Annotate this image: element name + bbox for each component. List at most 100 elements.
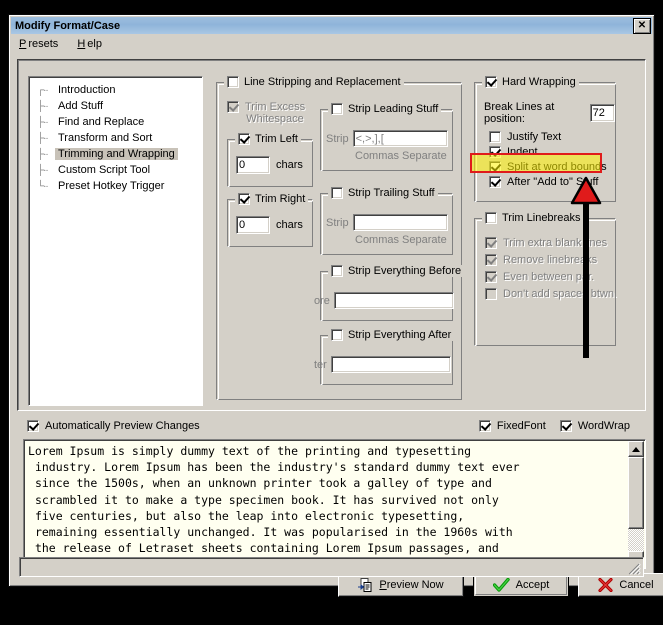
group-strip-trailing-label: Strip Trailing Stuff: [348, 187, 435, 199]
trim-right-input[interactable]: 0: [236, 216, 270, 234]
tree-item-label: Trimming and Wrapping: [55, 148, 178, 160]
group-strip-after-title: Strip Everything After: [328, 329, 455, 341]
tree-branch-icon: ├··: [37, 148, 49, 160]
window-title: Modify Format/Case: [15, 19, 121, 32]
strip-before-field-label: ore: [314, 294, 330, 307]
dont-add-spaces-label: Don't add spaces btwn.: [503, 288, 618, 300]
tree-item-add-stuff[interactable]: ├·· Add Stuff: [29, 98, 202, 114]
group-strip-before: Strip Everything Before ore: [314, 265, 465, 321]
trim-right-unit-label: chars: [276, 219, 303, 231]
trim-excess-whitespace-checkbox: [227, 101, 239, 113]
auto-preview-row[interactable]: Automatically Preview Changes: [27, 420, 200, 432]
tree-branch-icon: ┌··: [37, 84, 49, 96]
tree-item-transform-and-sort[interactable]: ├·· Transform and Sort: [29, 130, 202, 146]
tree-branch-icon: ├··: [37, 164, 49, 176]
accept-label: Accept: [515, 579, 550, 591]
preview-text-content: Lorem Ipsum is simply dummy text of the …: [28, 444, 520, 568]
justify-text-checkbox[interactable]: [489, 131, 501, 143]
justify-text-label: Justify Text: [507, 131, 562, 143]
close-x-icon: [598, 578, 613, 592]
preview-scrollbar[interactable]: [628, 441, 644, 567]
checkmark-icon: [492, 577, 510, 592]
strip-trailing-input[interactable]: [352, 214, 448, 231]
fixed-font-label: FixedFont: [496, 420, 546, 432]
chevron-up-icon: [632, 446, 640, 452]
trim-extra-blank-lines-label: Trim extra blank lines: [503, 237, 608, 249]
trim-linebreaks-checkbox[interactable]: [485, 212, 497, 224]
tree-item-label: Add Stuff: [58, 100, 104, 112]
break-lines-input[interactable]: 72: [589, 104, 615, 122]
group-trim-right-label: Trim Right: [255, 193, 306, 205]
trim-left-input[interactable]: 0: [236, 156, 270, 174]
indent-checkbox[interactable]: [489, 146, 501, 158]
scroll-thumb[interactable]: [628, 457, 644, 529]
word-wrap-row[interactable]: WordWrap: [559, 420, 630, 432]
strip-before-checkbox[interactable]: [331, 265, 343, 277]
strip-before-input[interactable]: [333, 292, 454, 309]
tree-item-introduction[interactable]: ┌·· Introduction: [29, 82, 202, 98]
option-after-add-to-stuff[interactable]: After "Add to" Stuff: [489, 176, 607, 188]
settings-tree[interactable]: ┌·· Introduction ├·· Add Stuff ├·· Find …: [28, 76, 203, 406]
close-icon[interactable]: ✕: [633, 17, 651, 34]
preview-textarea[interactable]: Lorem Ipsum is simply dummy text of the …: [23, 439, 646, 569]
strip-trailing-field-label: Strip: [326, 216, 349, 229]
fixed-font-row[interactable]: FixedFont: [478, 420, 546, 432]
group-strip-leading-label: Strip Leading Stuff: [348, 103, 439, 115]
resize-grip-icon[interactable]: [627, 561, 641, 575]
option-trim-extra-blank-lines: Trim extra blank lines: [485, 237, 617, 249]
group-hard-wrapping: Hard Wrapping Break Lines at position: 7…: [474, 76, 616, 202]
tree-item-trimming-and-wrapping[interactable]: ├·· Trimming and Wrapping: [29, 146, 202, 162]
tree-item-label: Transform and Sort: [58, 132, 153, 144]
split-at-word-bounds-checkbox[interactable]: [489, 161, 501, 173]
strip-after-checkbox[interactable]: [331, 329, 343, 341]
auto-preview-checkbox[interactable]: [27, 420, 39, 432]
scroll-up-button[interactable]: [628, 441, 644, 457]
tree-item-preset-hotkey-trigger[interactable]: └·· Preset Hotkey Trigger: [29, 178, 202, 194]
trim-excess-whitespace-label: Trim Excess Whitespace: [245, 101, 306, 125]
strip-leading-input[interactable]: <,>,],[: [352, 130, 448, 147]
group-strip-after: Strip Everything After ter: [314, 329, 455, 385]
trim-right-checkbox[interactable]: [238, 193, 250, 205]
group-strip-trailing: Strip Trailing Stuff Strip Commas Separa…: [320, 187, 453, 255]
group-strip-before-label: Strip Everything Before: [348, 265, 462, 277]
line-stripping-checkbox[interactable]: [227, 76, 239, 88]
hard-wrapping-checkbox[interactable]: [485, 76, 497, 88]
trim-excess-whitespace-row: Trim Excess Whitespace: [227, 101, 305, 125]
option-even-between-par: Even between par.: [485, 271, 617, 283]
group-line-stripping: Line Stripping and Replacement Trim Exce…: [216, 76, 465, 400]
tree-item-label: Introduction: [58, 84, 116, 96]
option-split-at-word-bounds[interactable]: Split at word bounds: [489, 161, 607, 173]
scroll-track[interactable]: [628, 457, 644, 551]
remove-linebreaks-checkbox: [485, 254, 497, 266]
tree-item-find-and-replace[interactable]: ├·· Find and Replace: [29, 114, 202, 130]
tree-item-label: Preset Hotkey Trigger: [58, 180, 165, 192]
strip-after-input[interactable]: [330, 356, 451, 373]
group-trim-linebreaks: Trim Linebreaks Trim extra blank lines R…: [474, 212, 617, 346]
strip-trailing-checkbox[interactable]: [331, 187, 343, 199]
option-dont-add-spaces: Don't add spaces btwn.: [485, 288, 617, 300]
menu-item-help[interactable]: Help: [75, 37, 106, 51]
option-justify-text[interactable]: Justify Text: [489, 131, 607, 143]
group-trim-left-label: Trim Left: [255, 133, 298, 145]
option-remove-linebreaks: Remove linebreaks: [485, 254, 617, 266]
menu-item-presets[interactable]: Presets: [17, 37, 62, 51]
trim-left-checkbox[interactable]: [238, 133, 250, 145]
option-indent[interactable]: Indent: [489, 146, 607, 158]
auto-preview-label: Automatically Preview Changes: [45, 420, 200, 432]
group-strip-before-title: Strip Everything Before: [328, 265, 465, 277]
strip-leading-hint: Commas Separate: [355, 150, 447, 162]
word-wrap-checkbox[interactable]: [559, 420, 572, 432]
group-hard-wrapping-label: Hard Wrapping: [502, 76, 576, 88]
menu-bar: Presets Help: [9, 36, 654, 52]
strip-leading-checkbox[interactable]: [331, 103, 343, 115]
menu-item-help-rest: elp: [87, 38, 102, 50]
after-add-to-stuff-checkbox[interactable]: [489, 176, 501, 188]
fixed-font-checkbox[interactable]: [478, 420, 491, 432]
tree-item-custom-script-tool[interactable]: ├·· Custom Script Tool: [29, 162, 202, 178]
cancel-label: Cancel: [619, 579, 654, 591]
group-trim-linebreaks-title: Trim Linebreaks: [482, 212, 584, 224]
group-trim-right: Trim Right 0 chars: [227, 193, 313, 247]
even-between-par-checkbox: [485, 271, 497, 283]
title-bar: Modify Format/Case ✕: [11, 17, 652, 34]
tree-item-label: Find and Replace: [58, 116, 145, 128]
